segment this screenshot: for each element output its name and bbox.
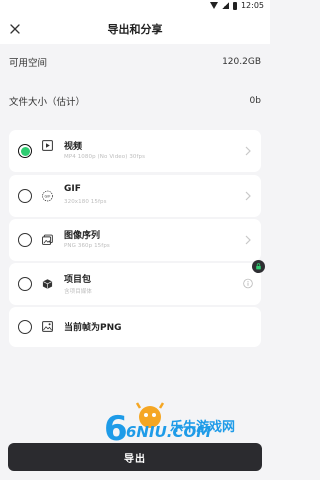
storage-row: 可用空间 120.2GB (0, 45, 270, 79)
image-icon (42, 321, 53, 332)
format-name: 图像序列 (64, 231, 101, 241)
format-name: 项目包 (64, 275, 92, 285)
radio-current-frame-png[interactable] (18, 320, 32, 334)
format-sub: 320x180 15fps (64, 199, 107, 205)
signal-icon (221, 2, 229, 9)
format-sub: MP4 1080p (No Video) 30fps (64, 154, 146, 160)
watermark-text: 乐牛游戏网 (170, 420, 236, 435)
radio-gif[interactable] (18, 189, 32, 203)
radio-project-package[interactable] (18, 277, 32, 291)
wifi-icon (209, 2, 218, 9)
file-size-value: 0b (249, 96, 261, 106)
battery-icon (232, 1, 237, 10)
format-sub: 含项目媒体 (64, 289, 93, 295)
radio-image-sequence[interactable] (18, 233, 32, 247)
radio-video[interactable] (18, 144, 32, 158)
image-sequence-icon (42, 234, 53, 245)
watermark: 6 6NIU.COM 乐牛游戏网 (104, 400, 254, 449)
status-icons: 12:05 (209, 1, 264, 10)
export-label: 导出 (124, 453, 146, 465)
format-option-project-package[interactable]: 项目包 含项目媒体 (9, 263, 261, 305)
storage-label: 可用空间 (9, 58, 48, 69)
chevron-right-icon (243, 190, 253, 202)
lock-badge-icon (252, 260, 265, 273)
format-option-image-sequence[interactable]: 图像序列 PNG 360p 15fps (9, 219, 261, 261)
file-size-row: 文件大小（估计） 0b (0, 84, 270, 118)
gif-icon: GIF (42, 190, 53, 201)
format-option-gif[interactable]: GIF GIF 320x180 15fps (9, 175, 261, 217)
svg-text:6: 6 (104, 409, 128, 444)
video-icon (42, 140, 53, 151)
close-icon (10, 24, 20, 34)
format-option-current-frame-png[interactable]: 当前帧为PNG (9, 307, 261, 347)
chevron-right-icon (243, 145, 253, 157)
export-button[interactable]: 导出 (8, 443, 262, 471)
header: 导出和分享 (0, 14, 270, 44)
status-bar: 12:05 (0, 0, 270, 14)
format-option-video[interactable]: 视频 MP4 1080p (No Video) 30fps (9, 130, 261, 172)
close-button[interactable] (5, 19, 25, 39)
format-name: 当前帧为PNG (64, 323, 122, 333)
info-icon[interactable] (243, 277, 253, 289)
file-size-label: 文件大小（估计） (9, 97, 86, 108)
package-icon (42, 278, 53, 289)
format-name: 视频 (64, 142, 83, 152)
chevron-right-icon (243, 234, 253, 246)
status-time: 12:05 (240, 1, 264, 10)
format-name: GIF (64, 184, 81, 194)
format-sub: PNG 360p 15fps (64, 243, 110, 249)
storage-value: 120.2GB (222, 57, 261, 67)
page-title: 导出和分享 (107, 23, 163, 36)
svg-text:GIF: GIF (44, 194, 50, 198)
